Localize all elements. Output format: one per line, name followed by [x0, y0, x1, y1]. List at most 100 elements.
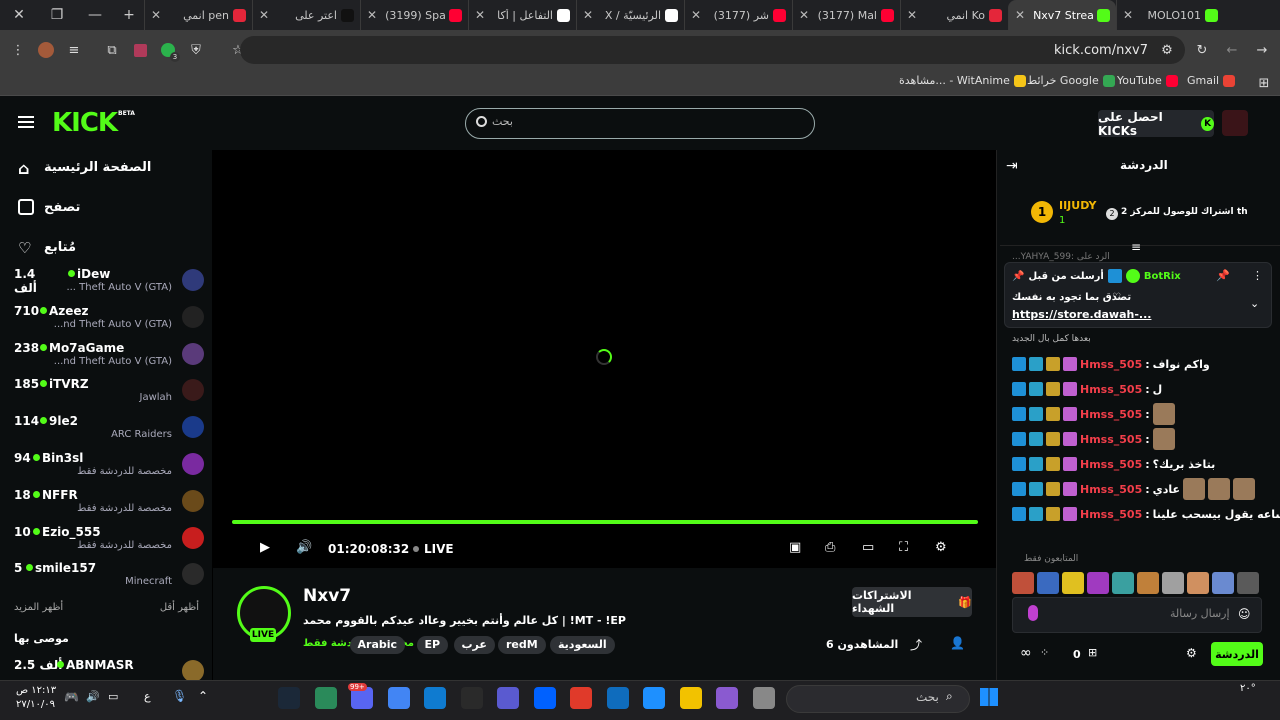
minimize-window-button[interactable]: — — [76, 0, 114, 30]
gamepad-app-icon[interactable] — [314, 687, 337, 709]
restore-window-button[interactable]: ❐ — [38, 0, 76, 30]
sidebar-channel[interactable]: 94 Bin3sl مخصصة للدردشة فقط — [14, 449, 204, 483]
browser-tab[interactable]: ✕ X / الرئيسيّة — [576, 0, 684, 30]
pin-icon[interactable]: 📌 — [1216, 269, 1230, 282]
browser-tab[interactable]: ✕ التفاعل | أكا — [468, 0, 576, 30]
settings-gear-icon[interactable]: ⚙ — [935, 540, 947, 555]
seek-bar[interactable] — [232, 520, 978, 524]
bookmark-item[interactable]: Gmail — [1187, 74, 1236, 87]
browser-tab[interactable]: ✕ (3177) شر — [684, 0, 792, 30]
chat-username[interactable]: Hmss_505 — [1080, 408, 1142, 421]
emoji-icon[interactable]: ☺ — [1238, 607, 1251, 621]
bookmark-item[interactable]: YouTube — [1117, 74, 1178, 87]
store-app-icon[interactable] — [643, 687, 665, 709]
windows-start-icon[interactable] — [980, 688, 998, 706]
bookmark-item[interactable]: مشاهدة... - WitAnime — [899, 74, 1026, 87]
kick-logo[interactable]: KICK — [52, 108, 118, 138]
adblock-extension-icon[interactable]: 3 — [154, 36, 182, 64]
dropbox-app-icon[interactable] — [533, 687, 556, 709]
chat-username[interactable]: Hmss_505 — [1080, 483, 1142, 496]
emote-shortcut-icon[interactable] — [1087, 572, 1109, 594]
top-gifter-name[interactable]: IIJUDY — [1059, 199, 1097, 212]
show-less-link[interactable]: أظهر أقل — [160, 602, 199, 613]
close-tab-icon[interactable]: ✕ — [583, 8, 593, 22]
taskbar-search[interactable] — [786, 685, 970, 713]
vscode-app-icon[interactable] — [497, 687, 519, 709]
miniplayer-icon[interactable]: ▣ — [789, 540, 801, 555]
profile-avatar[interactable] — [32, 36, 60, 64]
sidebar-channel[interactable]: 5 smile157 Minecraft — [14, 559, 204, 593]
emote-shortcut-icon[interactable] — [1062, 572, 1084, 594]
search-input[interactable] — [465, 108, 815, 139]
omnibox[interactable] — [240, 36, 1185, 64]
clip-icon[interactable]: ⎙ — [825, 540, 835, 555]
share-icon[interactable]: ⤴ — [910, 636, 922, 653]
chat-username[interactable]: Hmss_505 — [1080, 383, 1142, 396]
sidebar-nav-item[interactable]: تصفح — [18, 199, 80, 215]
browser-tab[interactable]: ✕ MOLO101 — [1116, 0, 1224, 30]
copilot-app-icon[interactable] — [716, 687, 738, 709]
sidebar-channel[interactable]: 10 Ezio_555 مخصصة للدردشة فقط — [14, 523, 204, 557]
collapse-chat-icon[interactable]: ⇥ — [1006, 158, 1018, 174]
chat-settings-icon[interactable]: ⚙ — [1186, 646, 1197, 660]
stream-tag[interactable]: عرب — [453, 636, 495, 654]
chat-send-button[interactable]: الدردشة — [1211, 642, 1263, 666]
close-tab-icon[interactable]: ✕ — [259, 8, 269, 22]
theater-mode-icon[interactable]: ▭ — [862, 540, 874, 555]
close-window-button[interactable]: ✕ — [0, 0, 38, 30]
stream-tag[interactable]: EP — [416, 636, 449, 654]
chat-username[interactable]: Hmss_505 — [1080, 458, 1142, 471]
site-settings-icon[interactable]: ⚙ — [1153, 36, 1181, 64]
follow-user-icon[interactable]: 👤 — [950, 636, 965, 650]
close-tab-icon[interactable]: ✕ — [907, 8, 917, 22]
user-avatar[interactable] — [1222, 110, 1248, 136]
menu-icon[interactable]: ⋮ — [4, 36, 32, 64]
chrome-app-icon[interactable] — [387, 687, 410, 709]
sidebar-channel[interactable]: 114 9le2 ARC Raiders — [14, 412, 204, 446]
close-tab-icon[interactable]: ✕ — [151, 8, 161, 22]
stream-tag[interactable]: Arabic — [349, 636, 406, 654]
get-kicks-button[interactable]: احصل على KICKs K — [1098, 110, 1214, 138]
close-tab-icon[interactable]: ✕ — [475, 8, 485, 22]
sidebar-channel[interactable]: 185 iTVRZ Jawlah — [14, 375, 204, 409]
browser-tab[interactable]: ✕ انمي Ko — [900, 0, 1008, 30]
extension-icon[interactable] — [126, 36, 154, 64]
chat-username[interactable]: Hmss_505 — [1080, 358, 1142, 371]
expand-pinned-icon[interactable]: ⌄ — [1250, 297, 1259, 310]
browser-tab[interactable]: ✕ Nxv7 Strea — [1008, 0, 1116, 30]
edge-app-icon[interactable] — [424, 687, 446, 709]
emote-shortcut-icon[interactable] — [1212, 572, 1234, 594]
tray-mic-icon[interactable]: 🎙 — [172, 689, 187, 703]
steam-app-icon[interactable] — [278, 687, 300, 709]
sidebar-nav-item[interactable]: ♡ مُتابع — [18, 239, 76, 257]
sidebar-channel[interactable]: 710 Azeez ...nd Theft Auto V (GTA) — [14, 302, 204, 336]
reload-icon[interactable]: ↻ — [1188, 36, 1216, 64]
back-icon[interactable]: → — [1248, 36, 1276, 64]
apps-grid-icon[interactable]: ⊞ — [1250, 69, 1278, 97]
streamer-name[interactable]: Nxv7 — [303, 586, 351, 606]
extensions-icon[interactable]: ⧉ — [98, 36, 126, 64]
pinned-user[interactable]: BotRix — [1144, 271, 1181, 282]
emote-shortcut-icon[interactable] — [1112, 572, 1134, 594]
gift-subs-button[interactable]: الاشتراكات الشهداء 🎁 — [852, 587, 972, 617]
close-tab-icon[interactable]: ✕ — [1015, 8, 1025, 22]
tray-network-icon[interactable]: ▭ — [108, 690, 118, 703]
shield-icon[interactable]: ⛨ — [182, 36, 210, 64]
taskbar-time[interactable]: ١٢:١٣ ص — [16, 685, 56, 696]
git-app-icon[interactable] — [570, 687, 592, 709]
new-tab-button[interactable]: + — [114, 0, 144, 30]
sidebar-channel[interactable]: 18 NFFR مخصصة للدردشة فقط — [14, 486, 204, 520]
bookmark-item[interactable]: خرائط Google — [1027, 74, 1115, 87]
url-text[interactable]: kick.com/nxv7 — [1054, 43, 1148, 58]
chat-username[interactable]: Hmss_505 — [1080, 508, 1142, 521]
chat-username[interactable]: Hmss_505 — [1080, 433, 1142, 446]
hamburger-menu-icon[interactable] — [18, 116, 34, 128]
tray-gamepad-icon[interactable]: 🎮 — [64, 690, 79, 704]
emote-shortcut-icon[interactable] — [1237, 572, 1259, 594]
sidebar-nav-item[interactable]: ⌂ الصفحة الرئيسية — [18, 159, 151, 178]
forward-icon[interactable]: ← — [1218, 36, 1246, 64]
photos-app-icon[interactable] — [752, 687, 775, 709]
emote-shortcut-icon[interactable] — [1137, 572, 1159, 594]
browser-tab[interactable]: ✕ (3177) Mal — [792, 0, 900, 30]
play-icon[interactable]: ▶ — [260, 540, 270, 555]
